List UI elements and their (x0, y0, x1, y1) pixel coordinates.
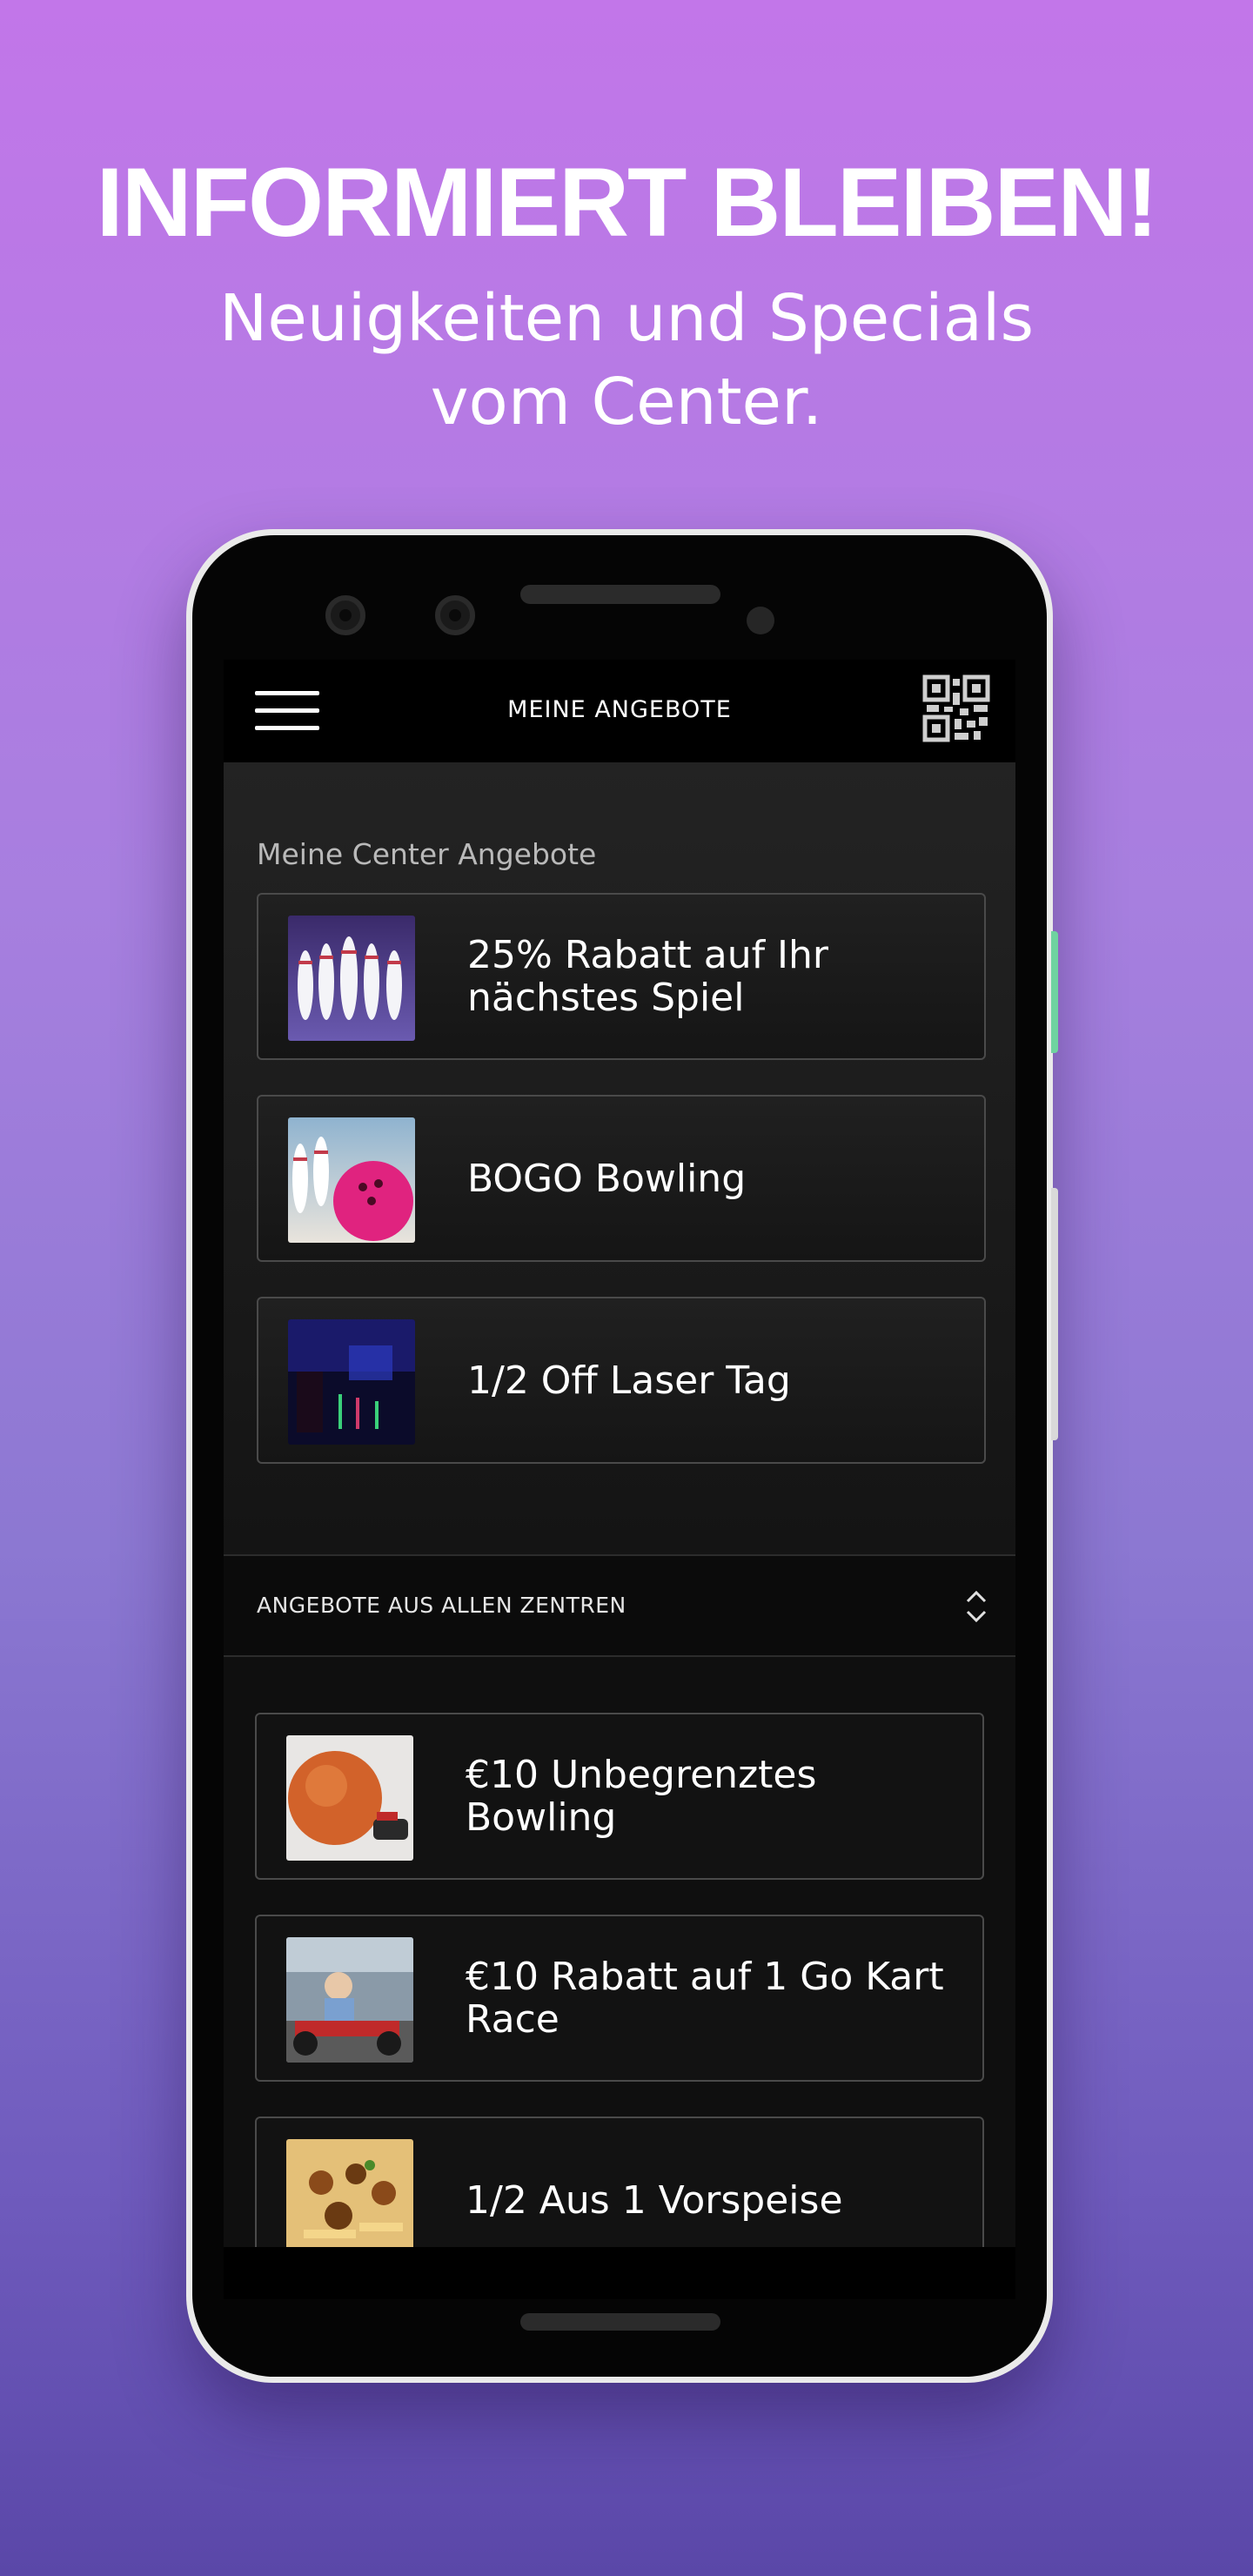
promo-subline-line-2: vom Center. (430, 365, 823, 439)
phone-sensor (747, 607, 774, 634)
screen-bottom-bezel (224, 2247, 1015, 2299)
offer-title: €10 Unbegrenztes Bowling (466, 1714, 953, 1878)
phone-volume-button (1051, 1188, 1058, 1440)
offer-title: €10 Rabatt auf 1 Go Kart Race (466, 1916, 953, 2080)
offer-card[interactable]: €10 Rabatt auf 1 Go Kart Race (255, 1915, 984, 2082)
offer-title-line-2: Race (466, 1997, 559, 2042)
offer-title: BOGO Bowling (467, 1097, 955, 1260)
my-center-offers-panel: Meine Center Angebote 25% Rabatt auf Ihr… (224, 762, 1015, 1554)
app-bar: MEINE ANGEBOTE (224, 660, 1015, 762)
phone-speaker (520, 585, 720, 604)
promo-subline: Neuigkeiten und Specials vom Center. (0, 277, 1253, 444)
section-label-my-center: Meine Center Angebote (257, 837, 597, 871)
offer-title: 1/2 Off Laser Tag (467, 1298, 955, 1462)
offer-title-line-1: 1/2 Off Laser Tag (467, 1358, 791, 1403)
offer-image-go-kart (286, 1937, 413, 2063)
phone-side-button (1051, 931, 1058, 1053)
all-centers-header[interactable]: ANGEBOTE AUS ALLEN ZENTREN (224, 1556, 1015, 1655)
phone-bottom-speaker (520, 2313, 720, 2331)
offer-card[interactable]: 1/2 Aus 1 Vorspeise (255, 2116, 984, 2247)
offer-title: 25% Rabatt auf Ihr nächstes Spiel (467, 895, 955, 1058)
offer-title-line-1: €10 Rabatt auf 1 Go Kart (466, 1955, 944, 1999)
page-title: MEINE ANGEBOTE (507, 696, 732, 723)
app-screen: MEINE ANGEBOTE Meine Center Angebote 25%… (224, 660, 1015, 2247)
offers-content: Meine Center Angebote 25% Rabatt auf Ihr… (224, 762, 1015, 2247)
offer-image-pink-bowling-ball (288, 1117, 415, 1243)
offer-card[interactable]: €10 Unbegrenztes Bowling (255, 1713, 984, 1880)
qr-code-icon[interactable] (921, 674, 991, 743)
chevron-up-down-icon[interactable] (963, 1587, 989, 1626)
offer-title-line-2: Bowling (466, 1795, 617, 1840)
offer-title-line-1: 1/2 Aus 1 Vorspeise (466, 2177, 843, 2223)
offer-title-line-2: nächstes Spiel (467, 976, 745, 1020)
offer-title-line-1: €10 Unbegrenztes (466, 1753, 817, 1797)
offer-title: 1/2 Aus 1 Vorspeise (466, 2118, 953, 2247)
offer-image-laser-tag (288, 1319, 415, 1445)
section-label-all-centers: ANGEBOTE AUS ALLEN ZENTREN (257, 1593, 626, 1618)
promo-headline: INFORMIERT BLEIBEN! (96, 148, 1159, 257)
promo-subline-line-1: Neuigkeiten und Specials (218, 281, 1035, 356)
all-centers-offers-panel: €10 Unbegrenztes Bowling €10 Rabatt auf … (224, 1657, 1015, 2247)
offer-image-orange-bowling-ball (286, 1735, 413, 1861)
offer-card[interactable]: 1/2 Off Laser Tag (257, 1297, 986, 1464)
offer-image-appetizer (286, 2139, 413, 2247)
front-camera-icon (325, 595, 365, 635)
offer-card[interactable]: 25% Rabatt auf Ihr nächstes Spiel (257, 893, 986, 1060)
front-camera-icon (435, 595, 475, 635)
offer-title-line-1: 25% Rabatt auf Ihr (467, 933, 829, 977)
offer-image-bowling-pins (288, 916, 415, 1041)
offer-title-line-1: BOGO Bowling (467, 1156, 747, 1201)
offer-card[interactable]: BOGO Bowling (257, 1095, 986, 1262)
